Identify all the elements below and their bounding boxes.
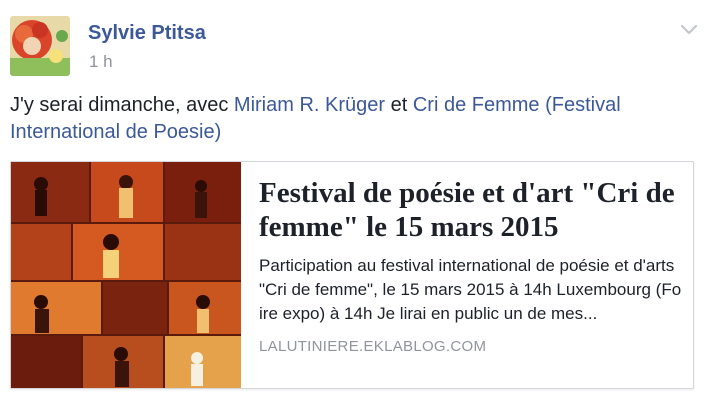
avatar[interactable] <box>10 16 70 76</box>
message-text-between: et <box>385 94 413 116</box>
facebook-post: Sylvie Ptitsa 1 h J'y serai dimanche, av… <box>0 0 713 404</box>
link-preview-domain: LALUTINIERE.EKLABLOG.COM <box>259 338 487 355</box>
link-preview-image[interactable] <box>11 162 241 388</box>
link-preview-title[interactable]: Festival de poésie et d'art "Cri de femm… <box>259 176 683 244</box>
message-text: J'y serai dimanche, avec <box>10 94 234 116</box>
link-preview-card[interactable]: Festival de poésie et d'art "Cri de femm… <box>10 161 694 389</box>
post-message: J'y serai dimanche, avec Miriam R. Krüge… <box>10 92 700 146</box>
link-preview-description: Participation au festival international … <box>259 256 682 323</box>
mention-miriam[interactable]: Miriam R. Krüger <box>234 94 385 116</box>
post-header: Sylvie Ptitsa 1 h <box>10 16 700 78</box>
chevron-down-icon[interactable] <box>678 18 700 40</box>
author-name[interactable]: Sylvie Ptitsa <box>88 22 206 45</box>
post-timestamp[interactable]: 1 h <box>89 52 113 72</box>
link-preview-body: Festival de poésie et d'art "Cri de femm… <box>259 176 683 355</box>
